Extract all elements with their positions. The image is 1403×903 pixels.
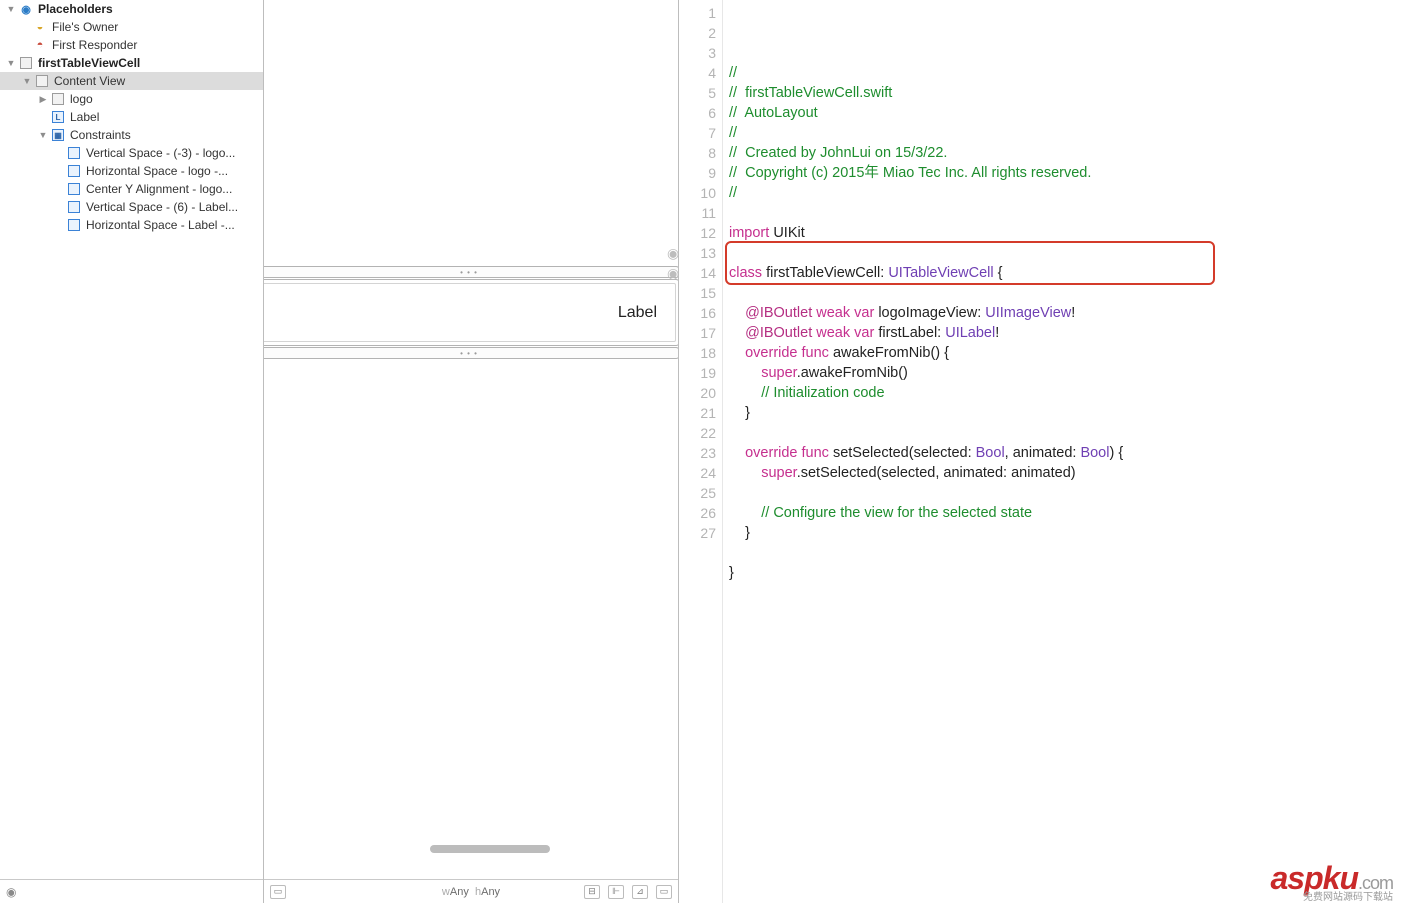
constraint-item[interactable]: Center Y Alignment - logo... (0, 180, 263, 198)
files-owner-row[interactable]: ◒ File's Owner (0, 18, 263, 36)
constraint-item[interactable]: Vertical Space - (6) - Label... (0, 198, 263, 216)
cell-row[interactable]: ▼ firstTableViewCell (0, 54, 263, 72)
disclosure-icon[interactable]: ▼ (6, 4, 16, 14)
resize-handle-top[interactable]: • • • (264, 266, 679, 278)
cube-icon: ◉ (18, 1, 34, 17)
constraint-label: Horizontal Space - Label -... (86, 218, 259, 232)
disclosure-icon[interactable]: ▼ (38, 130, 48, 140)
watermark-subtitle: 免费网站源码下载站 (1303, 888, 1393, 903)
code-editor-panel: 123456789101112◉13◉141516171819202122232… (679, 0, 1403, 903)
cell-uilabel[interactable]: Label (618, 304, 657, 322)
filter-icon[interactable]: ◉ (6, 885, 16, 899)
constraint-item[interactable]: Horizontal Space - logo -... (0, 162, 263, 180)
constraint-icon (66, 217, 82, 233)
label-label: Label (70, 110, 259, 124)
outline-panel: ▼ ◉ Placeholders ◒ File's Owner ◓ First … (0, 0, 264, 903)
constraint-label: Center Y Alignment - logo... (86, 182, 259, 196)
placeholders-header[interactable]: ▼ ◉ Placeholders (0, 0, 263, 18)
outlet-highlight-box (725, 241, 1215, 285)
cell-label: firstTableViewCell (38, 56, 259, 70)
logo-row[interactable]: ▶ logo (0, 90, 263, 108)
code-editor[interactable]: //// firstTableViewCell.swift// AutoLayo… (723, 0, 1403, 903)
resolve-button[interactable]: ⊿ (632, 885, 648, 899)
disclosure-icon[interactable]: ▼ (6, 58, 16, 68)
first-responder-label: First Responder (52, 38, 259, 52)
constraint-icon (66, 163, 82, 179)
disclosure-icon[interactable]: ▼ (22, 76, 32, 86)
pin-button[interactable]: ⊩ (608, 885, 624, 899)
constraints-label: Constraints (70, 128, 259, 142)
content-view-row[interactable]: ▼ Content View (0, 72, 263, 90)
logo-label: logo (70, 92, 259, 106)
outline-list[interactable]: ▼ ◉ Placeholders ◒ File's Owner ◓ First … (0, 0, 263, 879)
first-responder-row[interactable]: ◓ First Responder (0, 36, 263, 54)
canvas-panel: • • • Label • • • ▭ wAny hAny ⊟ ⊩ ⊿ ▭ (264, 0, 679, 903)
placeholders-label: Placeholders (38, 2, 259, 16)
constraints-row[interactable]: ▼ ▦ Constraints (0, 126, 263, 144)
constraint-icon (66, 145, 82, 161)
constraint-label: Vertical Space - (6) - Label... (86, 200, 259, 214)
cell-content[interactable]: Label (264, 283, 676, 342)
cube-yellow-icon: ◒ (32, 19, 48, 35)
label-row[interactable]: L Label (0, 108, 263, 126)
toggle-outline-button[interactable]: ▭ (270, 885, 286, 899)
align-button[interactable]: ⊟ (584, 885, 600, 899)
disclosure-icon[interactable]: ▶ (38, 94, 48, 105)
cube-red-icon: ◓ (32, 37, 48, 53)
constraint-item[interactable]: Vertical Space - (-3) - logo... (0, 144, 263, 162)
line-gutter[interactable]: 123456789101112◉13◉141516171819202122232… (679, 0, 723, 903)
constraint-item[interactable]: Horizontal Space - Label -... (0, 216, 263, 234)
constraint-label: Horizontal Space - logo -... (86, 164, 259, 178)
canvas-footer: ▭ wAny hAny ⊟ ⊩ ⊿ ▭ (264, 879, 678, 903)
size-class-control[interactable]: wAny hAny (442, 886, 500, 898)
files-owner-label: File's Owner (52, 20, 259, 34)
constraint-icon (66, 181, 82, 197)
table-view-cell[interactable]: Label (264, 279, 679, 346)
outline-footer: ◉ (0, 879, 263, 903)
image-icon (50, 91, 66, 107)
resize-handle-bottom[interactable]: • • • (264, 347, 679, 359)
constraints-group-icon: ▦ (50, 127, 66, 143)
view-icon (18, 55, 34, 71)
label-icon: L (50, 109, 66, 125)
canvas-scrollbar[interactable] (430, 845, 550, 853)
content-view-label: Content View (54, 74, 259, 88)
constraint-label: Vertical Space - (-3) - logo... (86, 146, 259, 160)
constraint-icon (66, 199, 82, 215)
view-icon (34, 73, 50, 89)
ib-canvas[interactable]: • • • Label • • • (264, 0, 678, 879)
